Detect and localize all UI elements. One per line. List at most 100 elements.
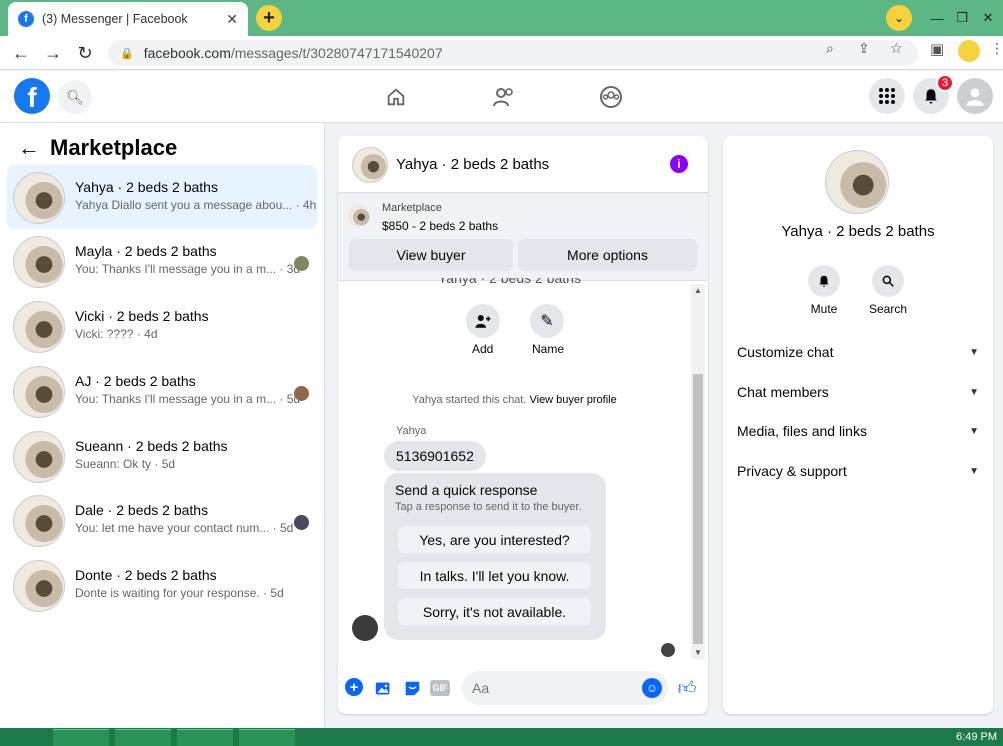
menu-dots-icon[interactable]: ⋮ bbox=[990, 40, 1003, 57]
thumbs-up-icon[interactable]: 👍︎ bbox=[677, 678, 697, 698]
conversation-name: Yahya · 2 beds 2 baths bbox=[75, 179, 218, 195]
windows-start-icon[interactable] bbox=[0, 729, 46, 746]
quick-response-subtitle: Tap a response to send it to the buyer. bbox=[395, 501, 582, 513]
emoji-icon[interactable]: ☺ bbox=[642, 678, 662, 698]
avatar bbox=[13, 236, 65, 288]
url-field[interactable]: 🔒 facebook.com/messages/t/30280747171540… bbox=[108, 40, 918, 66]
groups-icon[interactable] bbox=[597, 83, 625, 111]
menu-grid-icon[interactable] bbox=[869, 78, 905, 114]
conversation-name: Dale · 2 beds 2 baths bbox=[75, 502, 209, 518]
avatar bbox=[13, 560, 65, 612]
customize-chat-item[interactable]: Customize chat ▼ bbox=[737, 338, 979, 366]
conversation-name: Mayla · 2 beds 2 baths bbox=[75, 243, 217, 259]
zoom-icon[interactable]: ⌕ bbox=[826, 40, 834, 57]
notification-badge: 3 bbox=[936, 74, 954, 92]
avatar bbox=[13, 431, 65, 483]
scroll-down-icon[interactable]: ▼ bbox=[694, 648, 702, 657]
chat-info-name: Yahya · 2 beds 2 baths bbox=[781, 223, 935, 240]
sticker-icon[interactable] bbox=[402, 678, 422, 698]
scrollbar-thumb[interactable] bbox=[693, 374, 703, 644]
add-label: Add bbox=[472, 342, 494, 356]
conversation-preview: You: Thanks I'll message you in a m... ·… bbox=[75, 262, 301, 276]
message-composer: + GIF ☺ 👍︎ bbox=[338, 668, 708, 714]
account-avatar[interactable] bbox=[957, 78, 993, 114]
conversation-item[interactable]: Mayla · 2 beds 2 baths You: Thanks I'll … bbox=[7, 229, 317, 293]
marketplace-listing-bar: Marketplace $850 - 2 beds 2 baths View b… bbox=[338, 193, 708, 281]
browser-profile-avatar[interactable] bbox=[958, 40, 980, 62]
avatar bbox=[13, 172, 65, 224]
chat-members-item[interactable]: Chat members ▼ bbox=[737, 378, 979, 406]
quick-response-card: Send a quick response Tap a response to … bbox=[384, 473, 606, 640]
friends-icon[interactable] bbox=[490, 83, 518, 111]
taskbar-app-button[interactable] bbox=[53, 729, 109, 746]
quick-reply-button[interactable]: Sorry, it's not available. bbox=[398, 598, 591, 625]
info-icon[interactable]: i bbox=[670, 155, 688, 173]
clock: 6:49 PM bbox=[956, 731, 997, 743]
avatar bbox=[13, 366, 65, 418]
menu-item-label: Media, files and links bbox=[737, 423, 867, 439]
chat-title[interactable]: Yahya · 2 beds 2 baths bbox=[396, 156, 549, 173]
view-buyer-button[interactable]: View buyer bbox=[349, 239, 513, 271]
name-label: Name bbox=[532, 342, 565, 356]
plus-icon[interactable]: + bbox=[345, 678, 363, 696]
chevron-down-icon[interactable]: ⌄ bbox=[886, 5, 912, 31]
chat-scrollbar[interactable]: ▲ ▼ bbox=[691, 284, 705, 659]
conversation-preview: Donte is waiting for your response. · 5d bbox=[75, 586, 284, 600]
seen-avatar bbox=[661, 643, 675, 657]
browser-tab[interactable]: f (3) Messenger | Facebook ✕ bbox=[8, 2, 248, 36]
new-tab-button[interactable]: + bbox=[256, 5, 282, 31]
bell-icon[interactable] bbox=[808, 265, 840, 297]
gif-icon[interactable]: GIF bbox=[430, 680, 450, 696]
forward-arrow-icon[interactable]: → bbox=[42, 42, 64, 64]
quick-reply-button[interactable]: Yes, are you interested? bbox=[398, 526, 591, 553]
photo-icon[interactable] bbox=[373, 678, 393, 698]
back-arrow-icon[interactable]: ← bbox=[18, 135, 40, 161]
taskbar-chrome-button[interactable] bbox=[239, 729, 295, 746]
taskbar-chrome-button[interactable] bbox=[177, 729, 233, 746]
tab-close-icon[interactable]: ✕ bbox=[226, 11, 238, 28]
home-icon[interactable] bbox=[382, 83, 410, 111]
pencil-icon[interactable]: ✎ bbox=[530, 304, 564, 338]
taskbar-app-button[interactable] bbox=[115, 729, 171, 746]
search-icon[interactable] bbox=[872, 265, 904, 297]
chevron-down-icon: ▼ bbox=[969, 386, 979, 398]
avatar[interactable] bbox=[352, 147, 388, 183]
share-icon[interactable]: ⇪ bbox=[858, 40, 870, 57]
system-message-text: Yahya started this chat. bbox=[412, 394, 527, 406]
avatar bbox=[13, 495, 65, 547]
conversation-item[interactable]: Donte · 2 beds 2 baths Donte is waiting … bbox=[7, 553, 317, 617]
facebook-logo-icon[interactable]: f bbox=[14, 78, 50, 114]
page-title: Marketplace bbox=[50, 135, 178, 160]
chevron-down-icon: ▼ bbox=[969, 425, 979, 437]
message-bubble[interactable]: 5136901652 bbox=[384, 441, 486, 471]
conversation-item[interactable]: Sueann · 2 beds 2 baths Sueann: Ok ty · … bbox=[7, 424, 317, 488]
conversation-item[interactable]: Vicki · 2 beds 2 baths Vicki: ???? · 4d bbox=[7, 294, 317, 358]
quick-reply-button[interactable]: In talks. I'll let you know. bbox=[398, 562, 591, 589]
side-panel-icon[interactable]: ▣ bbox=[930, 40, 944, 58]
menu-item-label: Privacy & support bbox=[737, 463, 847, 479]
scroll-up-icon[interactable]: ▲ bbox=[694, 286, 702, 295]
reload-icon[interactable]: ↻ bbox=[74, 42, 96, 64]
add-person-icon[interactable] bbox=[466, 304, 500, 338]
bookmark-star-icon[interactable]: ☆ bbox=[890, 40, 903, 57]
conversation-name: Vicki · 2 beds 2 baths bbox=[75, 308, 209, 324]
conversation-item[interactable]: AJ · 2 beds 2 baths You: Thanks I'll mes… bbox=[7, 359, 317, 423]
conversation-item[interactable]: Dale · 2 beds 2 baths You: let me have y… bbox=[7, 488, 317, 552]
lock-icon: 🔒 bbox=[120, 47, 134, 60]
message-input[interactable] bbox=[462, 671, 668, 705]
conversation-name: AJ · 2 beds 2 baths bbox=[75, 373, 196, 389]
more-options-button[interactable]: More options bbox=[518, 239, 697, 271]
back-arrow-icon[interactable]: ← bbox=[10, 42, 32, 64]
conversation-item[interactable]: Yahya · 2 beds 2 baths Yahya Diallo sent… bbox=[7, 165, 317, 229]
conversation-preview: You: let me have your contact num... · 5… bbox=[75, 521, 294, 535]
address-bar: ← → ↻ 🔒 facebook.com/messages/t/30280747… bbox=[0, 36, 1003, 70]
sender-name: Yahya bbox=[396, 425, 427, 437]
chevron-down-icon: ▼ bbox=[969, 346, 979, 358]
view-buyer-profile-link[interactable]: View buyer profile bbox=[529, 394, 616, 406]
facebook-header: f 🔍︎ bbox=[0, 71, 1003, 123]
close-window-button[interactable]: ✕ bbox=[973, 0, 1003, 36]
media-files-links-item[interactable]: Media, files and links ▼ bbox=[737, 417, 979, 445]
search-icon[interactable]: 🔍︎ bbox=[58, 80, 92, 114]
privacy-support-item[interactable]: Privacy & support ▼ bbox=[737, 457, 979, 485]
listing-title: $850 - 2 beds 2 baths bbox=[382, 219, 499, 233]
